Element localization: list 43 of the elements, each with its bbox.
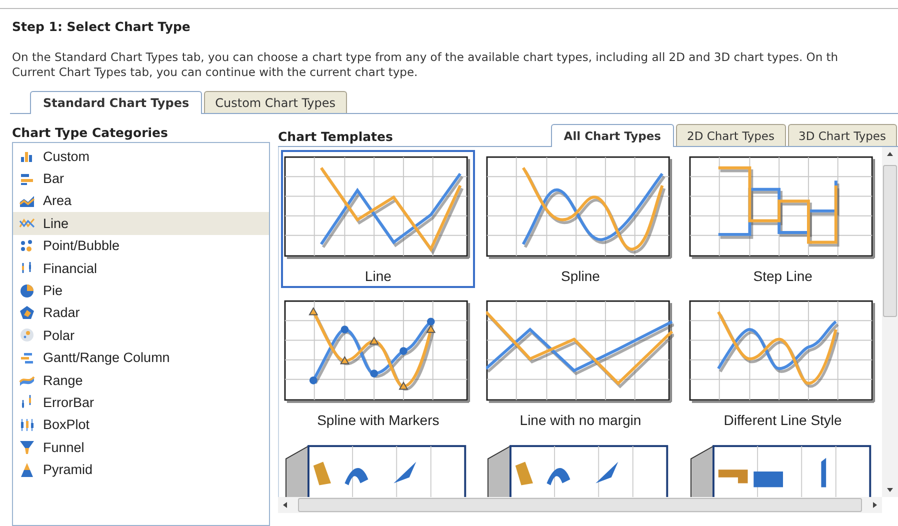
template-item[interactable]: Step Line (686, 150, 880, 288)
chart-filter-tab[interactable]: 3D Chart Types (788, 124, 897, 146)
categories-title: Chart Type Categories (12, 124, 169, 142)
category-item[interactable]: Bar (13, 167, 269, 190)
template-item[interactable]: Spline with Markers (281, 294, 476, 432)
category-item[interactable]: Gantt/Range Column (13, 346, 269, 369)
category-item[interactable]: Radar (13, 302, 269, 324)
scroll-down-icon[interactable] (886, 486, 894, 494)
description-text: On the Standard Chart Types tab, you can choose a chart type from any of the available chart types, including all 2D and 3D chart types. On th Current Chart Types tab, you can continue with the current chart type. (12, 50, 840, 80)
category-item[interactable]: Pyramid (13, 458, 269, 481)
template-item[interactable]: Line (281, 150, 476, 288)
vertical-scrollbar[interactable] (882, 147, 898, 497)
horizontal-scrollbar[interactable] (278, 497, 882, 513)
category-item[interactable]: Financial (13, 256, 269, 280)
template-item[interactable]: Spline (483, 150, 678, 288)
category-item[interactable]: Funnel (13, 436, 269, 458)
category-item[interactable]: BoxPlot (13, 414, 269, 436)
radar-chart-icon (19, 304, 35, 321)
template-item[interactable]: Different Line Style (686, 294, 880, 432)
category-item[interactable]: Range (13, 368, 269, 392)
category-item[interactable]: Area (13, 190, 269, 212)
boxplot-chart-icon (19, 416, 35, 433)
chart-filter-tab[interactable]: All Chart Types (550, 124, 674, 147)
chart-types-tab[interactable]: Custom Chart Types (204, 91, 347, 113)
category-item[interactable]: Custom (13, 145, 269, 168)
category-item[interactable]: ErrorBar (13, 391, 269, 414)
chart-filter-tab[interactable]: 2D Chart Types (676, 124, 786, 146)
category-item[interactable]: Point/Bubble (13, 234, 269, 257)
template-item[interactable]: Line with no margin (483, 294, 678, 432)
pie-chart-icon (19, 282, 35, 299)
funnel-chart-icon (19, 439, 35, 456)
scroll-right-icon[interactable] (871, 501, 879, 509)
category-item[interactable]: Pie (13, 279, 269, 302)
pyramid-chart-icon (19, 462, 35, 478)
category-item[interactable]: Line (13, 212, 269, 235)
point-chart-icon (19, 238, 35, 254)
chart-types-tab[interactable]: Standard Chart Types (30, 91, 202, 114)
step-heading: Step 1: Select Chart Type (12, 19, 192, 34)
scroll-up-icon[interactable] (886, 150, 894, 158)
category-item[interactable]: Polar (13, 324, 269, 347)
polar-chart-icon (19, 327, 35, 344)
scroll-left-icon[interactable] (281, 501, 289, 509)
templates-title: Chart Templates (278, 128, 393, 146)
